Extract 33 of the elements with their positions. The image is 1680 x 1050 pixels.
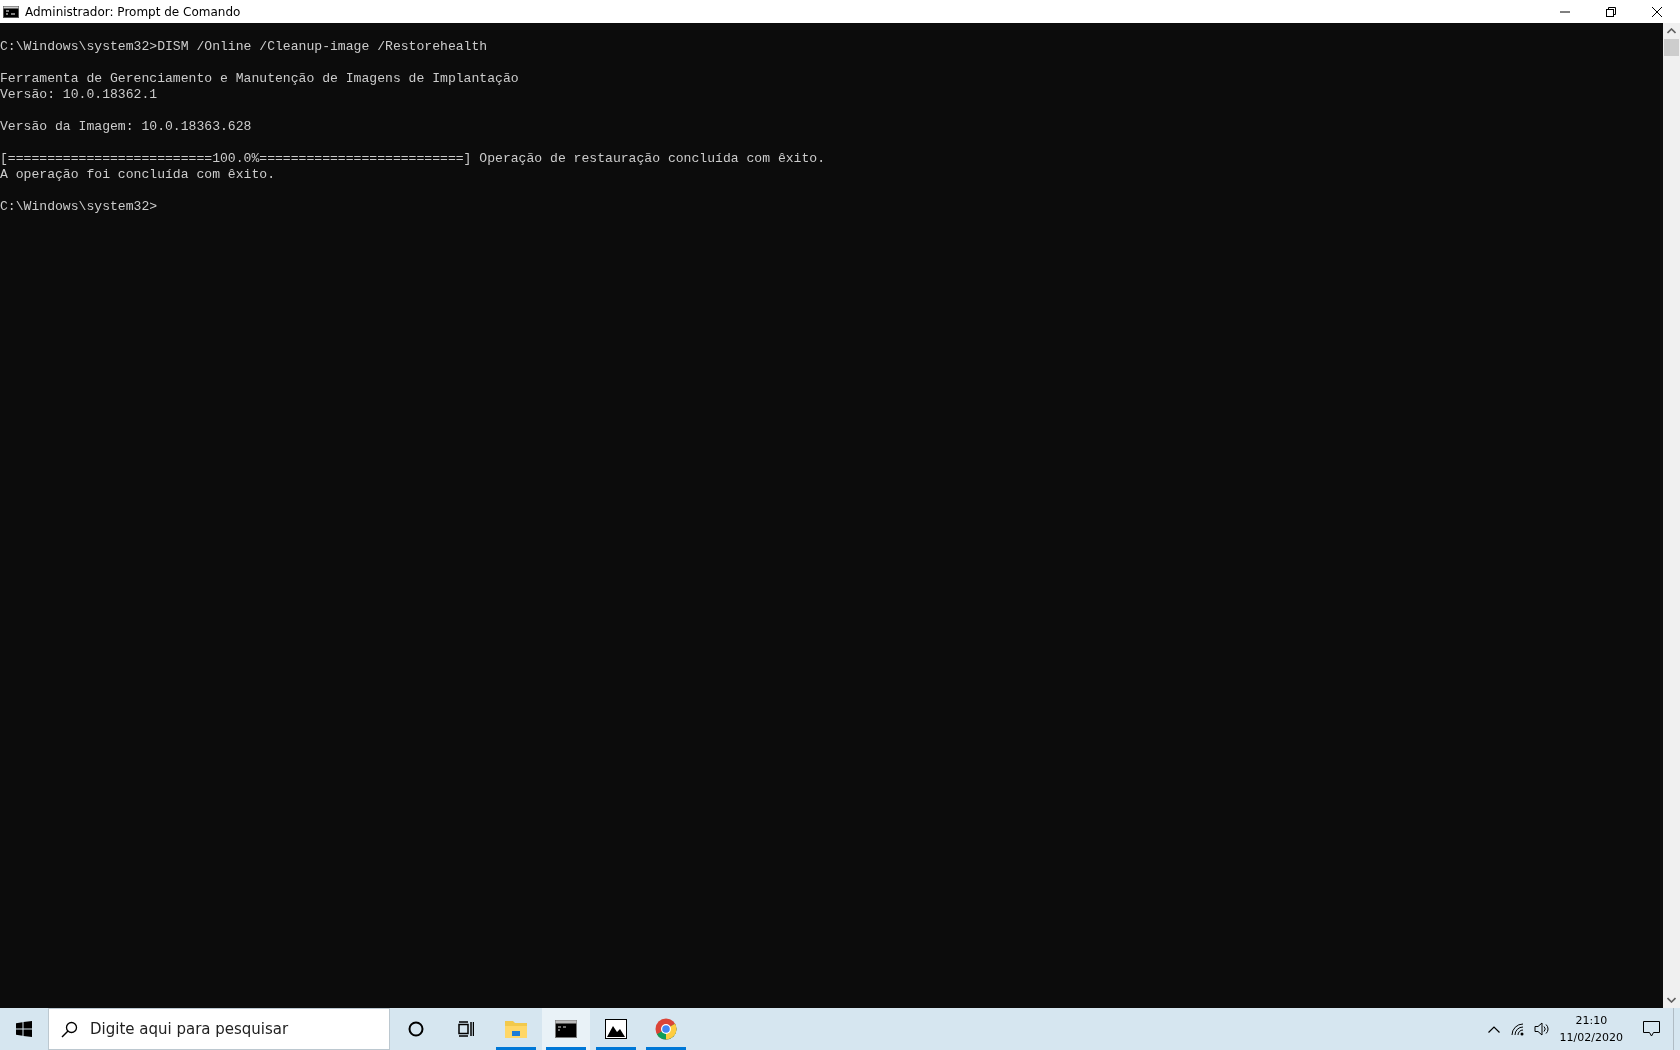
scroll-up-icon[interactable]: [1667, 28, 1676, 34]
close-icon: [1652, 6, 1662, 17]
mountain-picture-icon: [605, 1019, 627, 1039]
taskbar-app-button[interactable]: [542, 1008, 590, 1050]
task-view-icon: [458, 1021, 474, 1037]
clock-button[interactable]: 21:10 11/02/2020: [1553, 1008, 1629, 1050]
windows-icon: [16, 1021, 32, 1037]
search-field[interactable]: Digite aqui para pesquisar: [90, 1020, 389, 1038]
search-bar[interactable]: Digite aqui para pesquisar: [48, 1008, 390, 1050]
terminal-icon: [3, 5, 19, 18]
console-line: Ferramenta de Gerenciamento e Manutenção de Imagens de Implantação: [0, 71, 519, 87]
clock-time: 21:10: [1575, 1013, 1608, 1029]
console-line: Versão: 10.0.18362.1: [0, 87, 158, 103]
scroll-down-icon[interactable]: [1667, 997, 1676, 1003]
speaker-icon: [1533, 1022, 1550, 1036]
search-icon: [61, 1020, 78, 1038]
clock-date: 11/02/2020: [1559, 1030, 1623, 1046]
circle-icon: [408, 1021, 424, 1037]
console-line: C:\Windows\system32>: [0, 199, 158, 215]
wifi-icon: [1510, 1022, 1525, 1036]
terminal-icon: [555, 1020, 577, 1038]
caret-icon: [1487, 1025, 1500, 1033]
console-line: [==========================100.0%==========================] Operação de restauração concluída com êxito.: [0, 151, 826, 167]
browser-icon: [655, 1018, 677, 1040]
console-line: A operação foi concluída com êxito.: [0, 167, 275, 183]
scroll-thumb[interactable]: [1664, 39, 1679, 56]
folder-icon: [505, 1020, 527, 1038]
window-title: Administrador: Prompt de Comando: [25, 4, 241, 19]
speech-bubble-icon: [1642, 1021, 1660, 1037]
console-line: C:\Windows\system32>DISM /Online /Cleanup-image /Restorehealth: [0, 39, 488, 55]
scrollbar[interactable]: [1663, 23, 1680, 1008]
restore-icon: [1606, 6, 1616, 17]
console-line: Versão da Imagem: 10.0.18363.628: [0, 119, 252, 135]
